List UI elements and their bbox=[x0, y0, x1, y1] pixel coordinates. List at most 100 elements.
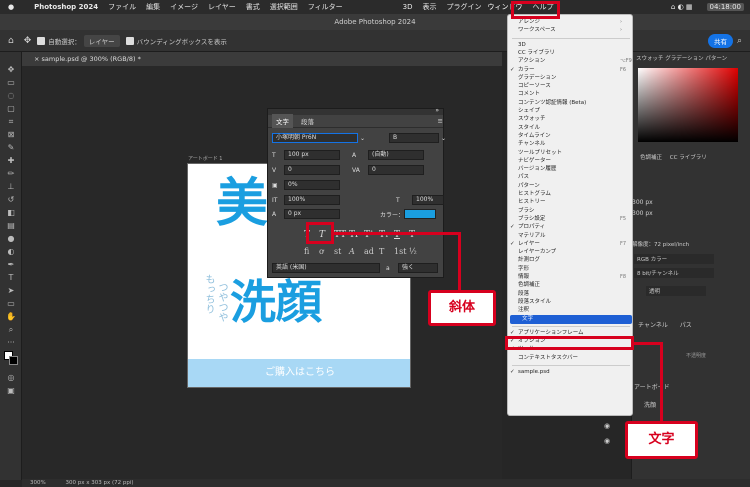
menu-item[interactable]: ✓ sample.psd bbox=[510, 369, 550, 375]
zoom-tool-icon[interactable]: ⌕ bbox=[4, 324, 18, 335]
menu-edit[interactable]: 編集 bbox=[146, 2, 160, 12]
menu-item[interactable]: ブラシ設定 F5 bbox=[514, 216, 626, 222]
menu-item[interactable]: CC ライブラリ bbox=[514, 50, 555, 56]
app-name[interactable]: Photoshop 2024 bbox=[34, 3, 98, 11]
antialias-select[interactable]: 強く bbox=[398, 263, 438, 273]
screen-mode-icon[interactable]: ▣ bbox=[4, 385, 18, 396]
history-brush-icon[interactable]: ↺ bbox=[4, 194, 18, 205]
menu-item[interactable]: ヒストグラム bbox=[514, 191, 551, 197]
eye-icon[interactable]: ◉ bbox=[604, 422, 610, 430]
menu-item[interactable]: ワークスペース › bbox=[514, 27, 622, 33]
tab-patterns[interactable]: パターン bbox=[705, 56, 727, 62]
background-select[interactable]: 透明 bbox=[646, 286, 706, 296]
pen-tool-icon[interactable]: ✒ bbox=[4, 259, 18, 270]
menu-item[interactable]: 段落スタイル bbox=[514, 299, 551, 305]
menu-item[interactable]: 段落 bbox=[514, 291, 529, 297]
ordinals-button[interactable]: 1st bbox=[394, 247, 409, 256]
lasso-tool-icon[interactable]: ◌ bbox=[4, 90, 18, 101]
menu-item[interactable]: ブラシ bbox=[514, 208, 534, 214]
menu-item[interactable]: 色調補正 bbox=[514, 282, 540, 288]
menu-item[interactable]: ✓ プロパティ bbox=[510, 224, 545, 230]
titling-alt-button[interactable]: T bbox=[379, 247, 394, 256]
menu-filter[interactable]: フィルター bbox=[308, 2, 343, 12]
menu-item[interactable]: 文字 bbox=[510, 314, 632, 324]
menu-item[interactable]: アクション ⌥F9 bbox=[514, 58, 632, 64]
eraser-tool-icon[interactable]: ◧ bbox=[4, 207, 18, 218]
menu-item[interactable]: ✓ レイヤー F7 bbox=[510, 241, 626, 247]
select-tool-icon[interactable]: ▢ bbox=[4, 103, 18, 114]
menu-item[interactable]: レイヤーカンプ bbox=[514, 249, 556, 255]
stamp-tool-icon[interactable]: ⊥ bbox=[4, 181, 18, 192]
layer-select[interactable]: レイヤー bbox=[83, 34, 120, 47]
menu-select[interactable]: 選択範囲 bbox=[270, 2, 298, 12]
brush-tool-icon[interactable]: ✏ bbox=[4, 168, 18, 179]
move-tool-icon[interactable]: ✥ bbox=[24, 36, 32, 46]
menu-item[interactable]: アレンジ › bbox=[514, 19, 622, 25]
ligature-button[interactable]: fi bbox=[304, 247, 319, 256]
tab-adjustments[interactable]: 色調補正 bbox=[640, 155, 662, 161]
menu-item[interactable]: コピーソース bbox=[514, 83, 551, 89]
menu-item[interactable]: パターン bbox=[514, 183, 540, 189]
layer-senganu[interactable]: 洗顔 bbox=[644, 400, 656, 409]
tab-paragraph[interactable]: 段落 bbox=[301, 116, 314, 126]
tab-paths[interactable]: パス bbox=[680, 322, 692, 329]
color-swatches[interactable] bbox=[0, 351, 21, 369]
menu-item[interactable]: 情報 F8 bbox=[514, 274, 626, 280]
horizontal-scale-field[interactable]: 100% bbox=[412, 195, 444, 205]
gradient-tool-icon[interactable]: ▤ bbox=[4, 220, 18, 231]
menu-item[interactable]: コンテンツ認証情報 (Beta) bbox=[514, 100, 586, 106]
stylistic-alt-button[interactable]: ad bbox=[364, 247, 379, 256]
menu-item[interactable]: マテリアル bbox=[514, 233, 545, 239]
menu-type[interactable]: 書式 bbox=[246, 2, 260, 12]
text-color-swatch[interactable] bbox=[404, 209, 437, 219]
menu-item[interactable]: スタイル bbox=[514, 125, 540, 131]
document-tab[interactable]: × sample.psd @ 300% (RGB/8) * bbox=[22, 52, 502, 66]
leading-field[interactable]: (自動) bbox=[368, 150, 424, 160]
menu-item[interactable]: ナビゲーター bbox=[514, 158, 551, 164]
kerning-field[interactable]: 0 bbox=[284, 165, 340, 175]
bbox-checkbox[interactable] bbox=[125, 36, 134, 45]
discretionary-ligature-button[interactable]: st bbox=[334, 247, 349, 256]
menu-item[interactable]: 注釈 bbox=[514, 307, 529, 313]
font-style-dropdown-icon[interactable]: ⌄ bbox=[441, 135, 446, 142]
doc-close-icon[interactable]: × bbox=[34, 55, 42, 63]
hand-tool-icon[interactable]: ✋ bbox=[4, 311, 18, 322]
artboard-tool-icon[interactable]: ▭ bbox=[4, 77, 18, 88]
color-picker-field[interactable] bbox=[638, 68, 738, 142]
blur-tool-icon[interactable]: ● bbox=[4, 233, 18, 244]
search-icon[interactable]: ⌕ bbox=[737, 36, 742, 46]
panel-collapse-icon[interactable]: » bbox=[435, 107, 439, 114]
width-value[interactable]: 300 px bbox=[632, 197, 653, 208]
font-size-field[interactable]: 100 px bbox=[284, 150, 340, 160]
home-icon[interactable]: ⌂ bbox=[8, 36, 14, 46]
menu-item[interactable]: コンテキストタスクバー bbox=[514, 355, 578, 361]
tsume-field[interactable]: 0% bbox=[284, 180, 340, 190]
menu-3d[interactable]: 3D bbox=[403, 3, 413, 11]
menu-item[interactable]: パス bbox=[514, 174, 529, 180]
menu-item[interactable]: 字形 bbox=[514, 266, 529, 272]
tab-gradients[interactable]: グラデーション bbox=[665, 56, 703, 62]
zoom-level[interactable]: 300% bbox=[30, 480, 46, 486]
type-tool-icon[interactable]: T bbox=[4, 272, 18, 283]
menu-item[interactable]: タイムライン bbox=[514, 133, 551, 139]
healing-tool-icon[interactable]: ✚ bbox=[4, 155, 18, 166]
menu-item[interactable]: 3D bbox=[514, 42, 526, 48]
eyedropper-tool-icon[interactable]: ✎ bbox=[4, 142, 18, 153]
menu-item[interactable]: ✓ アプリケーションフレーム bbox=[510, 330, 584, 336]
old-style-button[interactable]: ơ bbox=[319, 247, 334, 256]
menu-item[interactable]: シェイプ bbox=[514, 108, 540, 114]
mode-select[interactable]: RGB カラー bbox=[634, 254, 714, 264]
menu-layer[interactable]: レイヤー bbox=[208, 2, 236, 12]
menu-view[interactable]: 表示 bbox=[422, 2, 436, 12]
tab-swatches[interactable]: スウォッチ bbox=[636, 56, 664, 62]
move-tool-icon[interactable]: ✥ bbox=[4, 64, 18, 75]
menu-image[interactable]: イメージ bbox=[170, 2, 198, 12]
path-select-icon[interactable]: ➤ bbox=[4, 285, 18, 296]
baseline-field[interactable]: 0 px bbox=[284, 209, 340, 219]
quickmask-icon[interactable]: ◎ bbox=[4, 372, 18, 383]
panel-menu-icon[interactable]: ≡ bbox=[438, 117, 443, 125]
fractions-button[interactable]: ½ bbox=[409, 247, 424, 256]
vertical-scale-field[interactable]: 100% bbox=[284, 195, 340, 205]
font-family-field[interactable]: 小塚明朝 Pr6N bbox=[272, 133, 358, 143]
layer-artboard[interactable]: アートボード bbox=[634, 382, 670, 391]
